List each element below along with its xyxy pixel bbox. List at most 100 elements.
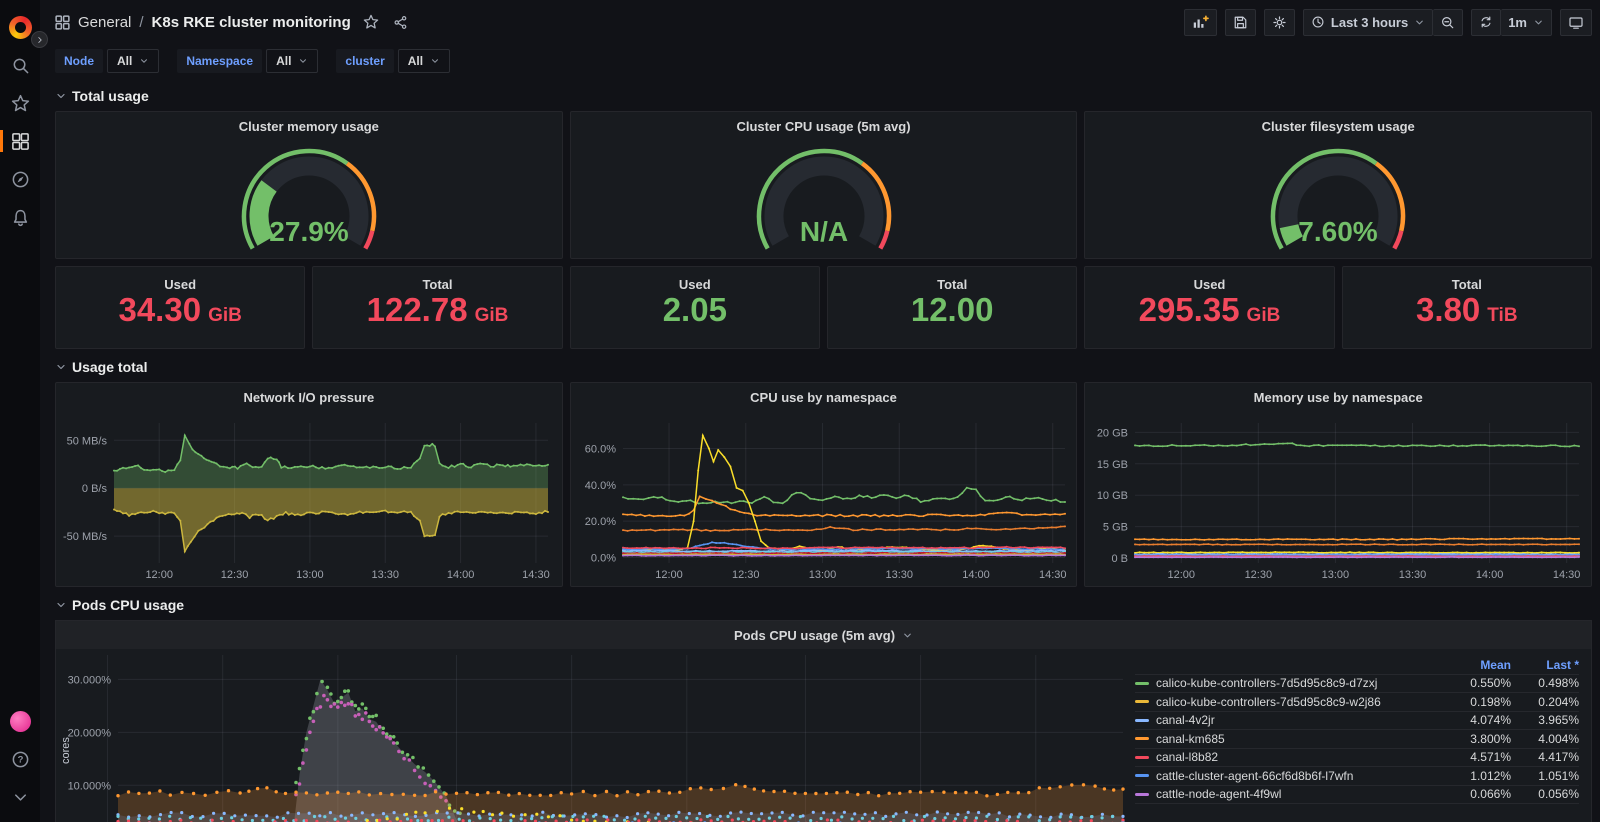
stat-title[interactable]: Total [422,277,452,292]
zoom-out-icon [1440,15,1455,30]
stat-title[interactable]: Total [1452,277,1482,292]
stat-title[interactable]: Used [164,277,196,292]
panel-title[interactable]: CPU use by namespace [571,383,1077,405]
sidebar-item-help-icon[interactable]: ? [0,740,40,778]
chevron-right-icon [35,35,45,45]
svg-text:14:00: 14:00 [962,569,990,581]
template-variables-row: Node All Namespace All cluster All [55,44,1592,78]
legend-col-last[interactable]: Last * [1511,658,1579,672]
svg-text:13:30: 13:30 [371,569,399,581]
breadcrumb-folder[interactable]: General [78,14,131,31]
pods-cpu-chart[interactable]: 0.000%10.000%20.000%30.000% [56,649,1129,822]
pods-cpu-panel: Pods CPU usage (5m avg) cores 0.000%10.0… [55,620,1592,822]
stat-value: 34.30 GiB [118,291,242,328]
legend-last-value: 0.056% [1538,787,1579,802]
panel-title[interactable]: Cluster CPU usage (5m avg) [571,112,1077,134]
legend-series-name[interactable]: canal-km685 [1135,732,1443,746]
clock-icon [1311,15,1325,29]
refresh-interval-picker[interactable]: 1m [1501,8,1552,36]
sidebar-item-apps-icon[interactable] [0,122,40,160]
cpu_by_namespace-chart[interactable]: 12:00 12:30 13:00 13:30 14:00 14:30 0.0% 20.0% 4… [575,409,1073,583]
variable-value-dropdown[interactable]: All [397,49,451,73]
memory_by_namespace-chart[interactable]: 12:00 12:30 13:00 13:30 14:00 14:30 0 B 5 GB 10 … [1089,409,1587,583]
chevron-down-icon [55,361,67,373]
refresh-button[interactable] [1471,8,1502,36]
svg-text:13:00: 13:00 [296,569,324,581]
sidebar-item-star-icon[interactable] [0,84,40,122]
legend-col-mean[interactable]: Mean [1443,658,1511,672]
stat-title[interactable]: Used [679,277,711,292]
sidebar-expand-button[interactable] [31,31,48,48]
add-panel-icon [1192,15,1209,30]
avatar-icon [9,710,32,733]
pods-cpu-legend: Mean Last * calico-kube-controllers-7d5d95… [1129,649,1591,822]
legend-mean-value: 0.066% [1470,787,1511,802]
svg-text:13:30: 13:30 [1399,569,1427,581]
variable-label[interactable]: Namespace [177,49,263,73]
stat-title[interactable]: Used [1194,277,1226,292]
legend-series-name[interactable]: canal-l8b82 [1135,750,1443,764]
sidebar-item-chevron-down-icon[interactable] [0,778,40,816]
variable-label[interactable]: cluster [336,49,394,73]
svg-text:0.0%: 0.0% [591,553,616,565]
stat-value: 295.35 GiB [1138,291,1281,328]
legend-row: canal-km685 3.800% 4.004% [1135,730,1579,749]
network_io-chart[interactable]: 12:00 12:30 13:00 13:30 14:00 14:30 50 MB/s 0 B… [60,409,558,583]
tv-mode-button[interactable] [1560,8,1592,36]
section-header-usage-total[interactable]: Usage total [55,358,1592,375]
svg-text:12:00: 12:00 [145,569,173,581]
time-range-label: Last 3 hours [1330,14,1409,30]
stat-title[interactable]: Total [937,277,967,292]
pods-cpu-panel-title[interactable]: Pods CPU usage (5m avg) [56,621,1591,649]
legend-mean-value: 1.012% [1470,768,1511,783]
svg-text:14:00: 14:00 [447,569,475,581]
favorite-star-icon[interactable] [363,14,379,30]
sidebar-item-search-icon[interactable] [0,46,40,84]
section-header-total-usage[interactable]: Total usage [55,87,1592,104]
stat-panel-total-1: Total 122.78 GiB [312,266,563,349]
panel-title[interactable]: Memory use by namespace [1085,383,1591,405]
panel-title[interactable]: Cluster filesystem usage [1085,112,1591,134]
variable-value-dropdown[interactable]: All [107,49,160,73]
svg-text:12:00: 12:00 [655,569,683,581]
legend-header: Mean Last * [1135,656,1579,675]
legend-swatch [1135,792,1149,796]
variable-label[interactable]: Node [55,49,103,73]
section-header-pods-cpu-usage[interactable]: Pods CPU usage [55,596,1592,613]
legend-series-name[interactable]: calico-kube-controllers-7d5d95c8c9-w2j86 [1135,695,1443,709]
apps-icon [11,132,30,151]
breadcrumb-separator: / [139,13,144,31]
legend-series-name[interactable]: calico-kube-controllers-7d5d95c8c9-d7zxj [1135,676,1443,690]
legend-series-name[interactable]: canal-4v2jr [1135,713,1443,727]
legend-series-name[interactable]: cattle-cluster-agent-66cf6d8b6f-l7wfn [1135,769,1443,783]
sidebar-item-compass-icon[interactable] [0,160,40,198]
panel-title[interactable]: Cluster memory usage [56,112,562,134]
chevron-down-icon [11,788,30,807]
save-dashboard-button[interactable] [1224,8,1256,36]
legend-swatch [1135,700,1149,704]
zoom-out-time-button[interactable] [1433,8,1464,36]
legend-series-name[interactable]: cattle-node-agent-4f9wl [1135,787,1443,801]
dashboard-toolbar: Last 3 hours 1m [1183,8,1592,36]
panel-title[interactable]: Network I/O pressure [56,383,562,405]
legend-last-value: 4.417% [1538,750,1579,765]
add-panel-button[interactable] [1183,8,1217,36]
chart-panel-network_io: Network I/O pressure 12:00 12:30 13:00 13:30… [55,382,563,587]
sidebar-item-avatar-icon[interactable] [0,702,40,740]
stat-panel-used-4: Used 295.35 GiB [1084,266,1335,349]
svg-text:20.0%: 20.0% [584,516,615,528]
variable-value-dropdown[interactable]: All [266,49,319,73]
legend-mean-value: 4.074% [1470,713,1511,728]
legend-last-value: 0.204% [1538,694,1579,709]
sidebar-item-bell-icon[interactable] [0,198,40,236]
share-icon[interactable] [393,15,408,30]
breadcrumb-dashboard-title: K8s RKE cluster monitoring [151,13,351,31]
caret-down-icon [139,56,149,66]
time-range-picker[interactable]: Last 3 hours [1302,8,1434,36]
caret-down-icon [430,56,440,66]
svg-text:12:00: 12:00 [1168,569,1196,581]
dashboard-settings-button[interactable] [1263,8,1295,36]
legend-mean-value: 0.550% [1470,676,1511,691]
usage-charts-row: Network I/O pressure 12:00 12:30 13:00 13:30… [55,382,1593,587]
gauge: N/A [571,136,1077,254]
